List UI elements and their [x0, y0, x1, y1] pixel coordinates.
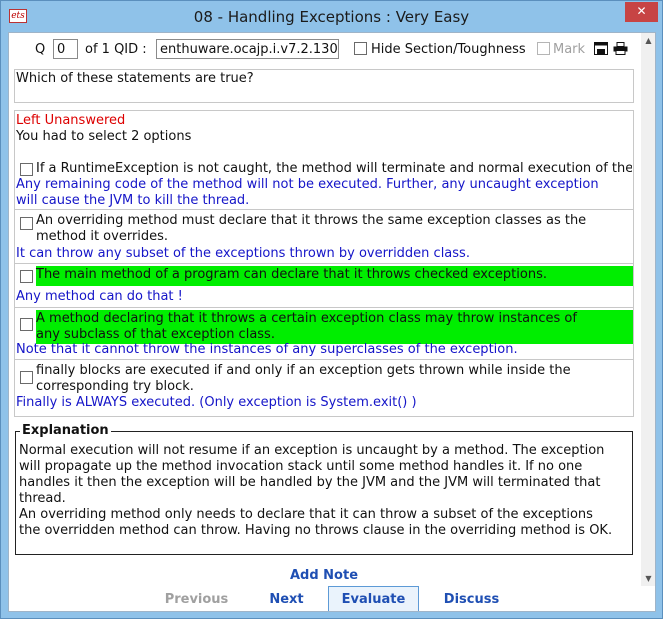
vertical-scrollbar[interactable] [641, 48, 655, 571]
option-note: Finally is ALWAYS executed. (Only except… [16, 395, 417, 410]
option-divider [15, 209, 633, 210]
qid-field[interactable]: enthuware.ocajp.i.v7.2.1305 [156, 39, 339, 59]
option-text: If a RuntimeException is not caught, the… [36, 161, 632, 176]
app-window: ets 08 - Handling Exceptions : Very Easy… [0, 0, 663, 619]
result-status: Left Unanswered [16, 113, 126, 128]
option-checkbox[interactable] [20, 371, 33, 384]
options-box: Left Unanswered You had to select 2 opti… [14, 110, 634, 417]
discuss-button[interactable]: Discuss [434, 592, 509, 607]
next-button[interactable]: Next [259, 592, 314, 607]
option-text: finally blocks are executed if and only … [36, 363, 571, 394]
option-checkbox[interactable] [20, 217, 33, 230]
option-divider [15, 263, 633, 264]
title-bar[interactable]: ets 08 - Handling Exceptions : Very Easy… [1, 1, 662, 33]
option-note: It can throw any subset of the exception… [16, 246, 470, 261]
selection-instruction: You had to select 2 options [16, 129, 192, 144]
previous-button[interactable]: Previous [159, 592, 234, 607]
question-box: Which of these statements are true? [14, 69, 634, 103]
explanation-box: Explanation Normal execution will not re… [15, 423, 633, 555]
explanation-paragraph: An overriding method only needs to decla… [19, 507, 613, 538]
option-note: Note that it cannot throw the instances … [16, 342, 518, 357]
scroll-up-arrow-icon[interactable]: ▲ [641, 33, 655, 48]
option-text-correct: The main method of a program can declare… [36, 266, 633, 286]
hide-section-checkbox[interactable] [354, 42, 367, 55]
option-checkbox[interactable] [20, 270, 33, 283]
of-total-qid-label: of 1 QID : [85, 42, 147, 57]
explanation-paragraph: Normal execution will not resume if an e… [19, 443, 605, 506]
option-text-correct: A method declaring that it throws a cert… [36, 310, 633, 344]
close-button[interactable]: ✕ [625, 2, 658, 22]
question-text: Which of these statements are true? [16, 71, 254, 86]
window-title: 08 - Handling Exceptions : Very Easy [193, 8, 470, 26]
option-divider [15, 359, 633, 360]
option-divider [15, 307, 633, 308]
printer-icon[interactable] [613, 42, 628, 55]
evaluate-button[interactable]: Evaluate [328, 586, 419, 611]
option-checkbox[interactable] [20, 163, 33, 176]
q-label: Q [35, 42, 46, 57]
option-checkbox[interactable] [20, 318, 33, 331]
explanation-title: Explanation [20, 423, 111, 438]
add-note-link[interactable]: Add Note [284, 568, 364, 583]
floppy-icon[interactable] [594, 42, 608, 55]
option-note: Any remaining code of the method will no… [16, 177, 599, 208]
scroll-down-arrow-icon[interactable]: ▼ [641, 571, 655, 586]
option-note: Any method can do that ! [16, 289, 183, 304]
mark-checkbox[interactable] [537, 42, 550, 55]
option-text: An overriding method must declare that i… [36, 213, 587, 244]
question-number-input[interactable]: 0 [53, 39, 78, 59]
hide-section-label: Hide Section/Toughness [371, 42, 526, 57]
question-panel: Q 0 of 1 QID : enthuware.ocajp.i.v7.2.13… [8, 32, 656, 612]
mark-label: Mark [553, 42, 586, 57]
